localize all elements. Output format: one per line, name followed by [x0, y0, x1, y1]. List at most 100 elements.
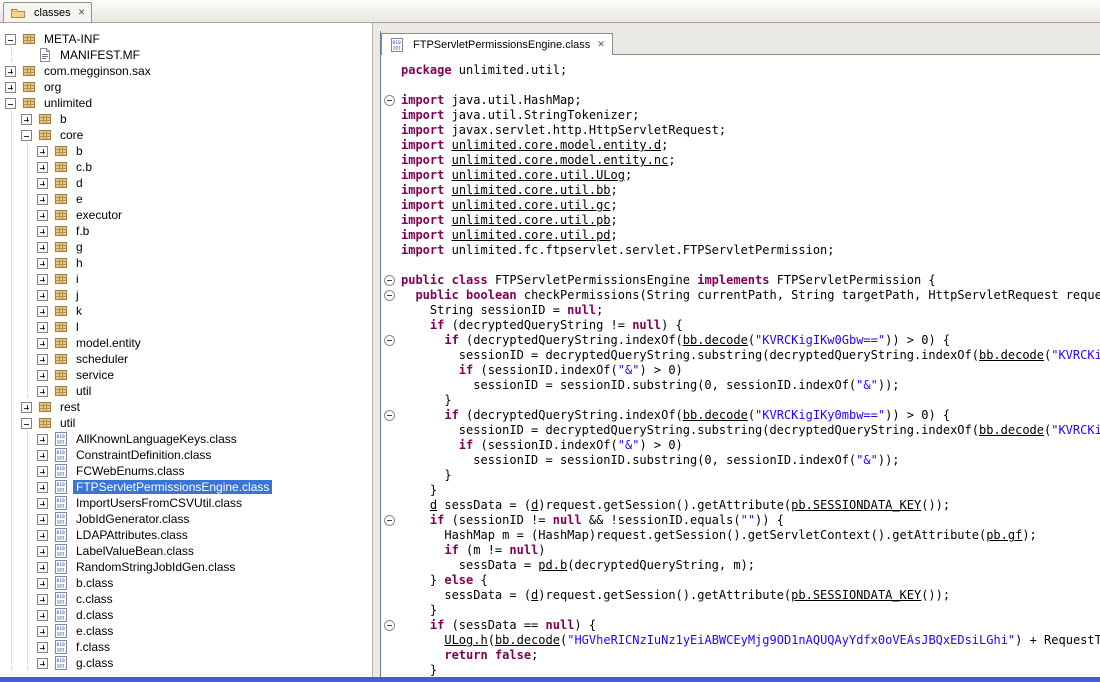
code-link[interactable]: pb.gf	[986, 528, 1022, 542]
fold-collapse-icon[interactable]	[384, 335, 395, 346]
expander-plus-icon[interactable]	[37, 658, 48, 669]
code-link[interactable]: bb.decode	[979, 423, 1044, 437]
fold-collapse-icon[interactable]	[384, 95, 395, 106]
code-link[interactable]: unlimited.core.util.pb	[452, 213, 611, 227]
expander-plus-icon[interactable]	[37, 642, 48, 653]
expander-plus-icon[interactable]	[37, 514, 48, 525]
tree-item[interactable]: service	[0, 367, 372, 383]
tree-item[interactable]: 010101FCWebEnums.class	[0, 463, 372, 479]
tree-item[interactable]: c.b	[0, 159, 372, 175]
tree-item[interactable]: g	[0, 239, 372, 255]
expander-plus-icon[interactable]	[37, 306, 48, 317]
tree-item[interactable]: 010101c.class	[0, 591, 372, 607]
fold-collapse-icon[interactable]	[384, 290, 395, 301]
tree-item[interactable]: b	[0, 143, 372, 159]
tab-classes[interactable]: classes ✕	[3, 2, 92, 22]
expander-plus-icon[interactable]	[37, 386, 48, 397]
expander-plus-icon[interactable]	[37, 450, 48, 461]
tree-item[interactable]: 010101JobIdGenerator.class	[0, 511, 372, 527]
expander-minus-icon[interactable]	[5, 98, 16, 109]
code-link[interactable]: unlimited.core.model.entity.nc	[452, 153, 669, 167]
tree-item[interactable]: 010101g.class	[0, 655, 372, 671]
code-link[interactable]: pb.SESSIONDATA_KEY	[791, 588, 921, 602]
tree-item[interactable]: MANIFEST.MF	[0, 47, 372, 63]
code-link[interactable]: unlimited.core.util.pd	[452, 228, 611, 242]
expander-plus-icon[interactable]	[37, 322, 48, 333]
tree-item[interactable]: 010101ImportUsersFromCSVUtil.class	[0, 495, 372, 511]
expander-plus-icon[interactable]	[37, 274, 48, 285]
fold-collapse-icon[interactable]	[384, 410, 395, 421]
expander-plus-icon[interactable]	[5, 66, 16, 77]
expander-plus-icon[interactable]	[37, 146, 48, 157]
tree-item[interactable]: f.b	[0, 223, 372, 239]
tab-ftpservletpermissionsengine-class[interactable]: 010101 FTPServletPermissionsEngine.class…	[381, 33, 613, 55]
tree-item[interactable]: e	[0, 191, 372, 207]
tree-item[interactable]: 010101RandomStringJobIdGen.class	[0, 559, 372, 575]
expander-plus-icon[interactable]	[37, 594, 48, 605]
expander-plus-icon[interactable]	[37, 610, 48, 621]
tree-item[interactable]: b	[0, 111, 372, 127]
editor-tab-close-icon[interactable]: ✕	[597, 40, 605, 50]
expander-plus-icon[interactable]	[37, 546, 48, 557]
tree-item[interactable]: 010101LDAPAttributes.class	[0, 527, 372, 543]
expander-plus-icon[interactable]	[37, 626, 48, 637]
tree-item[interactable]: d	[0, 175, 372, 191]
tree-item[interactable]: l	[0, 319, 372, 335]
expander-plus-icon[interactable]	[37, 578, 48, 589]
expander-plus-icon[interactable]	[37, 466, 48, 477]
expander-plus-icon[interactable]	[37, 162, 48, 173]
tree-item[interactable]: unlimited	[0, 95, 372, 111]
expander-minus-icon[interactable]	[21, 130, 32, 141]
code-link[interactable]: bb.decode	[495, 633, 560, 647]
tree-item[interactable]: 010101LabelValueBean.class	[0, 543, 372, 559]
code-link[interactable]: unlimited.core.util.bb	[452, 183, 611, 197]
code-link[interactable]: bb.decode	[683, 333, 748, 347]
expander-plus-icon[interactable]	[21, 114, 32, 125]
code-link[interactable]: ULog.h	[444, 633, 487, 647]
expander-plus-icon[interactable]	[37, 178, 48, 189]
tree-item[interactable]: org	[0, 79, 372, 95]
tree-item[interactable]: com.megginson.sax	[0, 63, 372, 79]
code-link[interactable]: unlimited.core.util.ULog	[452, 168, 625, 182]
fold-collapse-icon[interactable]	[384, 275, 395, 286]
code-link[interactable]: pd.b	[538, 558, 567, 572]
expander-plus-icon[interactable]	[5, 82, 16, 93]
code-link[interactable]: pb.SESSIONDATA_KEY	[791, 498, 921, 512]
tree-item[interactable]: scheduler	[0, 351, 372, 367]
tree-item[interactable]: model.entity	[0, 335, 372, 351]
expander-plus-icon[interactable]	[37, 226, 48, 237]
expander-plus-icon[interactable]	[37, 562, 48, 573]
expander-plus-icon[interactable]	[37, 290, 48, 301]
tree-item[interactable]: 010101b.class	[0, 575, 372, 591]
tree-item[interactable]: rest	[0, 399, 372, 415]
tree-item[interactable]: util	[0, 415, 372, 431]
tree-item[interactable]: 010101d.class	[0, 607, 372, 623]
code-link[interactable]: unlimited.core.util.gc	[452, 198, 611, 212]
tree-item[interactable]: 010101f.class	[0, 639, 372, 655]
code-link[interactable]: bb.decode	[683, 408, 748, 422]
expander-plus-icon[interactable]	[37, 370, 48, 381]
expander-plus-icon[interactable]	[37, 210, 48, 221]
code-link[interactable]: bb.decode	[979, 348, 1044, 362]
tree-item[interactable]: k	[0, 303, 372, 319]
tree-item[interactable]: 010101AllKnownLanguageKeys.class	[0, 431, 372, 447]
expander-plus-icon[interactable]	[37, 194, 48, 205]
tree-item[interactable]: executor	[0, 207, 372, 223]
tab-close-icon[interactable]: ✕	[78, 8, 86, 18]
tree-item[interactable]: j	[0, 287, 372, 303]
expander-minus-icon[interactable]	[21, 418, 32, 429]
expander-plus-icon[interactable]	[37, 530, 48, 541]
expander-plus-icon[interactable]	[37, 242, 48, 253]
fold-collapse-icon[interactable]	[384, 515, 395, 526]
tree-item[interactable]: META-INF	[0, 31, 372, 47]
expander-plus-icon[interactable]	[37, 354, 48, 365]
tree-item[interactable]: 010101ConstraintDefinition.class	[0, 447, 372, 463]
tree-item[interactable]: h	[0, 255, 372, 271]
expander-plus-icon[interactable]	[37, 434, 48, 445]
code-link[interactable]: unlimited.core.model.entity.d	[452, 138, 662, 152]
expander-plus-icon[interactable]	[37, 258, 48, 269]
tree-item[interactable]: i	[0, 271, 372, 287]
tree-item[interactable]: core	[0, 127, 372, 143]
expander-plus-icon[interactable]	[37, 338, 48, 349]
tree-item[interactable]: 010101e.class	[0, 623, 372, 639]
